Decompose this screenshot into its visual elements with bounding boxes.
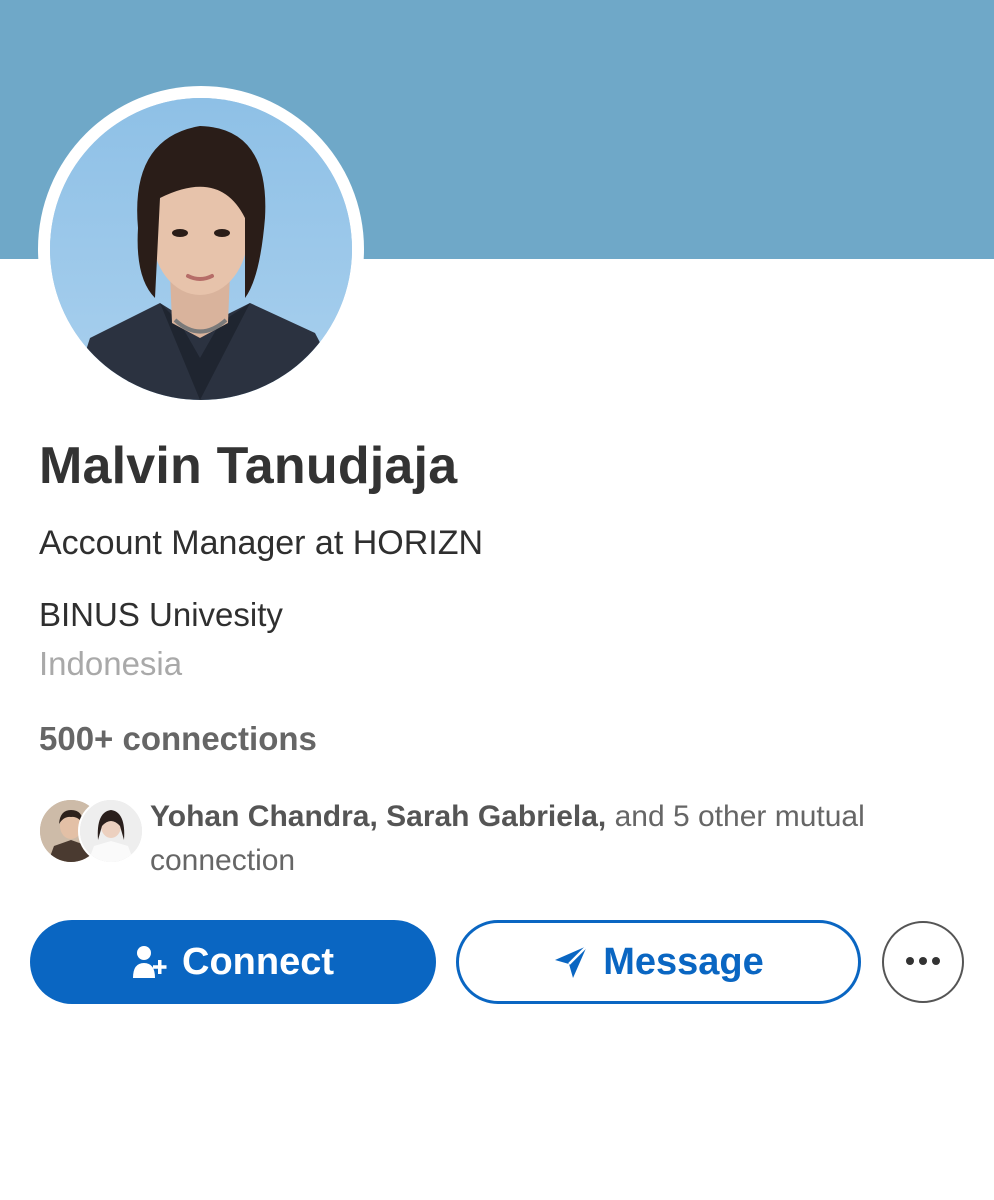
profile-name: Malvin Tanudjaja [39, 437, 458, 495]
profile-location: Indonesia [39, 645, 183, 682]
more-dots-icon [905, 953, 941, 971]
profile-avatar[interactable] [50, 98, 352, 400]
add-person-icon [132, 944, 168, 980]
mutual-connection-avatars[interactable] [38, 798, 144, 864]
connections-count[interactable]: 500+ connections [39, 720, 317, 758]
connect-label: Connect [182, 940, 334, 983]
profile-school[interactable]: BINUS Univesity [39, 596, 283, 634]
message-button[interactable]: Message [456, 920, 861, 1004]
mutual-avatar [78, 798, 144, 864]
mutual-connections-text[interactable]: Yohan Chandra, Sarah Gabriela, and 5 oth… [150, 795, 950, 883]
message-label: Message [603, 940, 764, 983]
send-icon [553, 944, 589, 980]
mutual-names: Yohan Chandra, Sarah Gabriela, [150, 800, 607, 833]
more-options-button[interactable] [882, 921, 964, 1003]
connect-button[interactable]: Connect [30, 920, 436, 1004]
profile-headline: Account Manager at HORIZN [39, 524, 484, 562]
